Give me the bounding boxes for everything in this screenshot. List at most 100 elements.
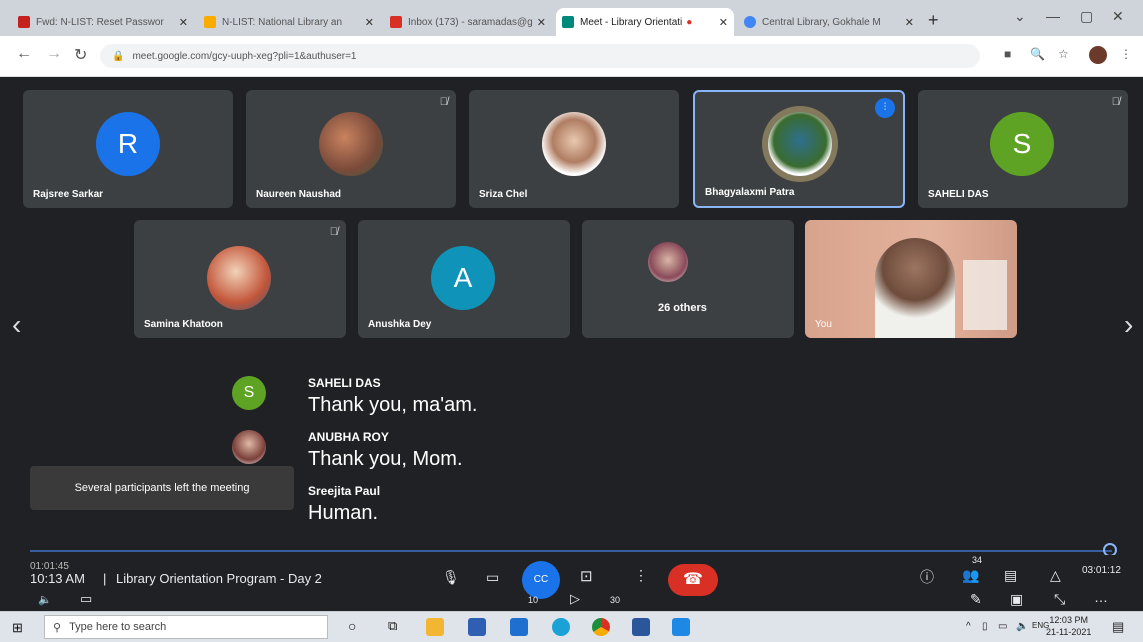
pip-icon[interactable]: ▣ xyxy=(1010,591,1023,608)
participant-avatar xyxy=(207,246,271,310)
close-tab-icon[interactable]: ✕ xyxy=(361,16,374,29)
mail-icon[interactable] xyxy=(510,618,528,636)
self-video-shelf xyxy=(963,260,1007,330)
search-icon: ⚲ xyxy=(53,621,62,634)
address-bar[interactable]: 🔒 meet.google.com/gcy-uuph-xeg?pli=1&aut… xyxy=(100,44,980,68)
participant-name: You xyxy=(815,319,832,330)
end-call-button[interactable]: ☎ xyxy=(668,564,718,596)
tab-title: N-LIST: National Library an xyxy=(222,16,343,28)
taskbar-search-box[interactable]: ⚲ Type here to search xyxy=(44,615,328,639)
lock-icon: 🔒 xyxy=(112,50,125,62)
participant-tile[interactable]: 🎙̸ Samina Khatoon xyxy=(134,220,346,338)
caption-text: Thank you, Mom. xyxy=(308,448,463,470)
network-icon[interactable]: ▯ xyxy=(982,621,988,632)
profile-avatar[interactable] xyxy=(1089,46,1107,64)
elapsed-time: 03:01:12 xyxy=(1082,565,1121,576)
pen-icon[interactable]: ✎ xyxy=(970,591,982,608)
participant-tile[interactable]: A Anushka Dey xyxy=(358,220,570,338)
camera-icon[interactable]: ▭ xyxy=(486,569,499,586)
speaker-icon[interactable]: 🔈 xyxy=(38,593,52,606)
close-tab-icon[interactable]: ✕ xyxy=(533,16,546,29)
browser-tab[interactable]: Fwd: N-LIST: Reset Passwor ✕ xyxy=(12,8,194,36)
cortana-icon[interactable]: ○ xyxy=(348,618,366,636)
new-tab-button[interactable]: + xyxy=(928,10,939,31)
present-icon[interactable]: ⊡ xyxy=(580,567,593,585)
browser-tab[interactable]: Inbox (173) - saramadas@g ✕ xyxy=(384,8,552,36)
minimize-button[interactable]: — xyxy=(1046,8,1060,24)
participant-tile[interactable]: 🎙̸ S SAHELI DAS xyxy=(918,90,1128,208)
browser-tab[interactable]: Central Library, Gokhale M ✕ xyxy=(738,8,920,36)
info-icon[interactable]: ⓘ xyxy=(920,567,934,587)
edge-icon[interactable] xyxy=(552,618,570,636)
tray-chevron-icon[interactable]: ^ xyxy=(966,621,971,632)
notifications-icon[interactable]: ▤ xyxy=(1112,619,1124,635)
participant-avatar xyxy=(319,112,383,176)
close-tab-icon[interactable]: ✕ xyxy=(901,16,914,29)
chat-box-icon[interactable]: ▭ xyxy=(80,591,92,607)
windows-start-icon[interactable]: ⊞ xyxy=(12,620,23,636)
others-avatar xyxy=(648,242,688,282)
minimize-arrows-icon[interactable]: ⤡ xyxy=(1054,591,1065,608)
mic-icon[interactable]: 🎙 xyxy=(442,569,460,586)
maximize-button[interactable]: ▢ xyxy=(1080,8,1093,25)
meeting-control-bar: 01:01:45 10:13 AM | Library Orientation … xyxy=(0,555,1143,611)
caption-speaker: SAHELI DAS xyxy=(308,376,381,390)
taskbar-clock[interactable]: 12:03 PM 21-11-2021 xyxy=(1046,614,1091,638)
reload-icon[interactable]: ↻ xyxy=(74,45,87,65)
title-separator: | xyxy=(103,571,107,586)
more-horizontal-icon[interactable]: … xyxy=(1094,589,1108,605)
previous-page-icon[interactable]: ‹ xyxy=(12,309,21,341)
word-icon[interactable] xyxy=(632,618,650,636)
chevron-down-icon[interactable]: ⌄ xyxy=(1014,8,1026,25)
kebab-menu-icon[interactable]: ⋮ xyxy=(1120,47,1132,61)
mic-off-icon: 🎙̸ xyxy=(439,96,448,108)
photos-icon[interactable] xyxy=(672,618,690,636)
close-tab-icon[interactable]: ✕ xyxy=(175,16,188,29)
participant-tile[interactable]: Sriza Chel xyxy=(469,90,679,208)
library-favicon-icon xyxy=(744,16,756,28)
participant-tile[interactable]: R Rajsree Sarkar xyxy=(23,90,233,208)
recording-progress-bar[interactable] xyxy=(30,550,1112,552)
caption-avatar: S xyxy=(232,376,266,410)
activities-icon[interactable]: △ xyxy=(1050,567,1061,584)
gmail-favicon-icon xyxy=(18,16,30,28)
chat-icon[interactable]: ▤ xyxy=(1004,567,1017,584)
caption-text: Human. xyxy=(308,502,379,524)
participant-name: Anushka Dey xyxy=(368,319,432,330)
forward-arrow-icon[interactable]: → xyxy=(46,45,62,63)
back-arrow-icon[interactable]: ← xyxy=(16,45,32,63)
participant-tile[interactable]: 🎙̸ Naureen Naushad xyxy=(246,90,456,208)
close-tab-icon[interactable]: ✕ xyxy=(715,16,728,29)
camera-in-use-icon[interactable]: ■ xyxy=(1004,47,1011,61)
file-explorer-icon[interactable] xyxy=(426,618,444,636)
bookmark-star-icon[interactable]: ☆ xyxy=(1058,47,1069,61)
store-icon[interactable] xyxy=(468,618,486,636)
captions-button[interactable]: CC xyxy=(522,561,560,599)
display-icon[interactable]: ▭ xyxy=(998,621,1007,632)
self-video-tile[interactable]: You xyxy=(805,220,1017,338)
participant-tile-speaking[interactable]: ⫶ Bhagyalaxmi Patra xyxy=(693,90,905,208)
people-icon[interactable]: 👥 xyxy=(962,567,979,584)
task-view-icon[interactable]: ⧉ xyxy=(388,618,406,636)
volume-icon[interactable]: 🔈 xyxy=(1016,621,1028,632)
participant-name: Naureen Naushad xyxy=(256,189,342,200)
chrome-icon[interactable] xyxy=(592,618,610,636)
browser-tab[interactable]: N-LIST: National Library an ✕ xyxy=(198,8,380,36)
gmail-favicon-icon xyxy=(390,16,402,28)
more-vert-icon[interactable]: ⋮ xyxy=(634,567,648,584)
zoom-icon[interactable]: 🔍 xyxy=(1030,47,1045,61)
forward-button[interactable]: 30 xyxy=(610,595,620,605)
mic-off-icon: 🎙̸ xyxy=(329,226,338,238)
address-bar-row: ← → ↻ 🔒 meet.google.com/gcy-uuph-xeg?pli… xyxy=(0,36,1143,77)
participant-count-badge: 34 xyxy=(972,555,983,565)
close-window-button[interactable]: ✕ xyxy=(1112,8,1124,25)
play-icon[interactable]: ▷ xyxy=(570,591,580,607)
meeting-time: 10:13 AM xyxy=(30,571,85,586)
caption-text: Thank you, ma'am. xyxy=(308,394,478,416)
others-tile[interactable]: 26 others xyxy=(582,220,794,338)
rewind-button[interactable]: 10 xyxy=(528,595,538,605)
next-page-icon[interactable]: › xyxy=(1124,309,1133,341)
browser-tab-active[interactable]: Meet - Library Orientati ● ✕ xyxy=(556,8,734,36)
tab-title: Inbox (173) - saramadas@g xyxy=(408,16,533,28)
others-count: 26 others xyxy=(658,302,707,314)
